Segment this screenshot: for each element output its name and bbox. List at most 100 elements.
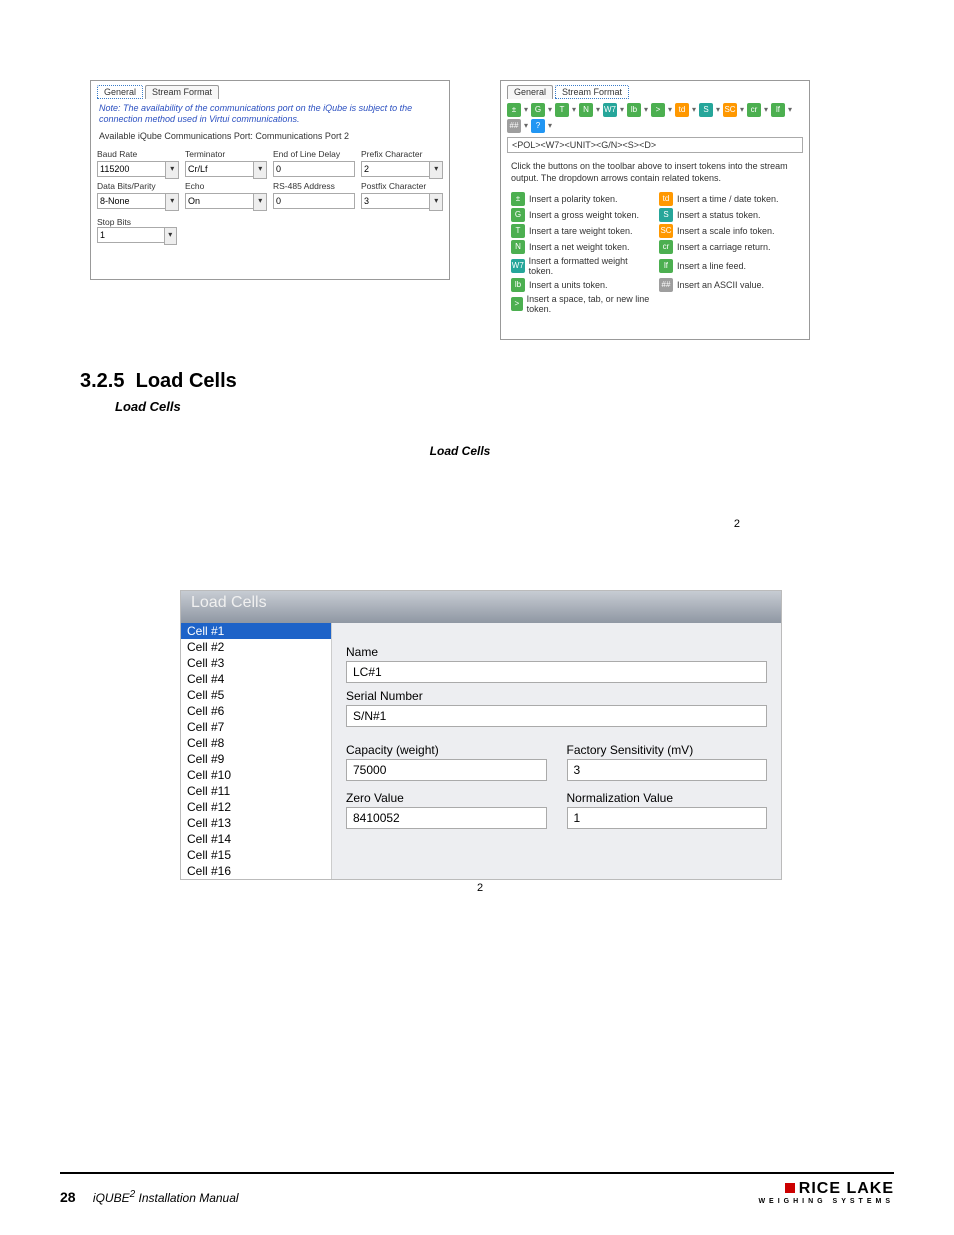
list-item[interactable]: Cell #7	[181, 719, 331, 735]
chevron-down-icon[interactable]: ▾	[164, 227, 177, 245]
prefix-label: Prefix Character	[361, 149, 443, 159]
baud-select[interactable]	[97, 161, 165, 177]
chevron-down-icon[interactable]: ▾	[523, 119, 529, 133]
list-item[interactable]: Cell #14	[181, 831, 331, 847]
chevron-down-icon[interactable]: ▾	[715, 103, 721, 117]
capacity-input[interactable]	[346, 759, 547, 781]
list-item[interactable]: Cell #11	[181, 783, 331, 799]
tab-stream-format[interactable]: Stream Format	[145, 85, 219, 99]
token-button[interactable]: lf	[771, 103, 785, 117]
tab-general[interactable]: General	[97, 85, 143, 99]
token-string-input[interactable]: <POL><W7><UNIT><G/N><S><D>	[507, 137, 803, 153]
serial-input[interactable]	[346, 705, 767, 727]
legend-row: GInsert a gross weight token.	[511, 208, 651, 222]
chevron-down-icon[interactable]: ▾	[691, 103, 697, 117]
list-item[interactable]: Cell #13	[181, 815, 331, 831]
list-item[interactable]: Cell #8	[181, 735, 331, 751]
legend-text: Insert a space, tab, or new line token.	[527, 294, 651, 314]
token-button[interactable]: W7	[603, 103, 617, 117]
legend-row: >Insert a space, tab, or new line token.	[511, 294, 651, 314]
list-item[interactable]: Cell #12	[181, 799, 331, 815]
section-number: 3.2.5	[80, 370, 124, 392]
token-toolbar: ±▾G▾T▾N▾W7▾lb▾>▾td▾S▾SC▾cr▾lf▾##▾?▾	[507, 103, 803, 133]
eol-input[interactable]	[273, 161, 355, 177]
sensitivity-label: Factory Sensitivity (mV)	[567, 743, 768, 757]
token-button[interactable]: cr	[747, 103, 761, 117]
token-button[interactable]: ##	[507, 119, 521, 133]
tab-general[interactable]: General	[507, 85, 553, 99]
token-button[interactable]: ±	[507, 103, 521, 117]
zero-label: Zero Value	[346, 791, 547, 805]
note-text: Note: The availability of the communicat…	[99, 103, 441, 125]
list-item[interactable]: Cell #2	[181, 639, 331, 655]
prefix-select[interactable]	[361, 161, 429, 177]
token-button[interactable]: >	[651, 103, 665, 117]
baud-label: Baud Rate	[97, 149, 179, 159]
chevron-down-icon[interactable]: ▾	[547, 103, 553, 117]
chevron-down-icon[interactable]: ▾	[547, 119, 553, 133]
chevron-down-icon[interactable]: ▾	[429, 161, 443, 179]
norm-input[interactable]	[567, 807, 768, 829]
load-cell-list[interactable]: Cell #1Cell #2Cell #3Cell #4Cell #5Cell …	[181, 623, 332, 879]
section-caption: Load Cells	[180, 444, 740, 458]
section-title: Load Cells	[136, 370, 237, 392]
chevron-down-icon[interactable]: ▾	[253, 193, 267, 211]
norm-label: Normalization Value	[567, 791, 768, 805]
echo-label: Echo	[185, 181, 267, 191]
terminator-select[interactable]	[185, 161, 253, 177]
token-button[interactable]: SC	[723, 103, 737, 117]
legend-row: lbInsert a units token.	[511, 278, 651, 292]
list-item[interactable]: Cell #4	[181, 671, 331, 687]
tab-stream-format[interactable]: Stream Format	[555, 85, 629, 99]
legend-text: Insert a tare weight token.	[529, 226, 633, 236]
legend-text: Insert an ASCII value.	[677, 280, 764, 290]
token-button[interactable]: S	[699, 103, 713, 117]
token-button[interactable]: N	[579, 103, 593, 117]
token-button[interactable]: td	[675, 103, 689, 117]
section-heading: 3.2.5 Load Cells	[80, 370, 894, 393]
legend-row: TInsert a tare weight token.	[511, 224, 651, 238]
token-button[interactable]: lb	[627, 103, 641, 117]
rs485-input[interactable]	[273, 193, 355, 209]
chevron-down-icon[interactable]: ▾	[619, 103, 625, 117]
legend-row: tdInsert a time / date token.	[659, 192, 799, 206]
name-input[interactable]	[346, 661, 767, 683]
section-subtitle: Load Cells	[115, 399, 894, 414]
rs485-label: RS-485 Address	[273, 181, 355, 191]
chevron-down-icon[interactable]: ▾	[165, 161, 179, 179]
chevron-down-icon[interactable]: ▾	[571, 103, 577, 117]
chevron-down-icon[interactable]: ▾	[643, 103, 649, 117]
list-item[interactable]: Cell #5	[181, 687, 331, 703]
chevron-down-icon[interactable]: ▾	[787, 103, 793, 117]
chevron-down-icon[interactable]: ▾	[763, 103, 769, 117]
chevron-down-icon[interactable]: ▾	[165, 193, 179, 211]
chevron-down-icon[interactable]: ▾	[595, 103, 601, 117]
list-item[interactable]: Cell #1	[181, 623, 331, 639]
sensitivity-input[interactable]	[567, 759, 768, 781]
zero-input[interactable]	[346, 807, 547, 829]
chevron-down-icon[interactable]: ▾	[739, 103, 745, 117]
chevron-down-icon[interactable]: ▾	[253, 161, 267, 179]
stopbits-select[interactable]	[97, 227, 164, 243]
list-item[interactable]: Cell #16	[181, 863, 331, 879]
token-button[interactable]: T	[555, 103, 569, 117]
list-item[interactable]: Cell #6	[181, 703, 331, 719]
figure-ref: 2	[180, 518, 740, 530]
chevron-down-icon[interactable]: ▾	[667, 103, 673, 117]
chevron-down-icon[interactable]: ▾	[429, 193, 443, 211]
list-item[interactable]: Cell #3	[181, 655, 331, 671]
list-item[interactable]: Cell #15	[181, 847, 331, 863]
terminator-label: Terminator	[185, 149, 267, 159]
chevron-down-icon[interactable]: ▾	[523, 103, 529, 117]
echo-select[interactable]	[185, 193, 253, 209]
databits-select[interactable]	[97, 193, 165, 209]
figure-ref: 2	[180, 882, 780, 894]
token-button[interactable]: G	[531, 103, 545, 117]
list-item[interactable]: Cell #10	[181, 767, 331, 783]
token-button[interactable]: ?	[531, 119, 545, 133]
postfix-select[interactable]	[361, 193, 429, 209]
page-footer: 28 iQUBE2 Installation Manual RICE LAKE …	[60, 1172, 894, 1205]
load-cells-window: Load Cells Cell #1Cell #2Cell #3Cell #4C…	[180, 590, 782, 880]
list-item[interactable]: Cell #9	[181, 751, 331, 767]
eol-label: End of Line Delay	[273, 149, 355, 159]
